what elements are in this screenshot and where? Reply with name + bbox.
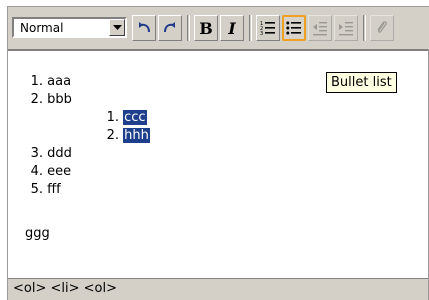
nested-list-item[interactable]: 1. ccc xyxy=(103,110,147,126)
list-number: 2. xyxy=(30,92,43,107)
paragraph[interactable]: ggg xyxy=(25,226,50,242)
list-number: 2. xyxy=(106,128,119,143)
element-path[interactable]: <ol> <li> <ol> xyxy=(13,281,117,296)
list-item-text: bbb xyxy=(47,92,72,107)
nested-list-item[interactable]: 2. hhh xyxy=(103,128,150,144)
list-number: 1. xyxy=(30,74,43,89)
redo-icon xyxy=(164,22,175,33)
list-item-text: fff xyxy=(47,182,61,197)
element-path-statusbar: <ol> <li> <ol> xyxy=(8,278,428,300)
tooltip: Bullet list xyxy=(326,72,397,93)
italic-button[interactable]: I xyxy=(220,15,244,41)
attach-button[interactable] xyxy=(370,15,394,41)
rich-text-editor: Normal B I 1 2 3 1. aaa 2. bbb 1. ccc 2.… xyxy=(7,6,429,300)
undo-button[interactable] xyxy=(132,15,156,41)
bold-button[interactable]: B xyxy=(194,15,218,41)
list-item[interactable]: 2. bbb xyxy=(27,92,72,108)
chevron-down-icon[interactable] xyxy=(109,19,125,36)
toolbar: Normal B I 1 2 3 xyxy=(8,7,429,49)
list-item-text: eee xyxy=(47,164,72,179)
list-item-text: aaa xyxy=(47,74,72,89)
selected-text: ccc xyxy=(123,110,147,125)
format-dropdown-value: Normal xyxy=(20,21,64,35)
paperclip-icon xyxy=(377,21,387,33)
list-item-text: ddd xyxy=(47,146,72,161)
list-item[interactable]: 3. ddd xyxy=(27,146,72,162)
list-number: 3. xyxy=(30,146,43,161)
indent-icon xyxy=(339,22,353,36)
redo-button[interactable] xyxy=(158,15,182,41)
svg-text:3: 3 xyxy=(260,31,263,36)
toolbar-separator xyxy=(187,15,190,41)
format-dropdown[interactable]: Normal xyxy=(12,17,127,38)
list-item[interactable]: 1. aaa xyxy=(27,74,71,90)
undo-icon xyxy=(139,22,150,33)
list-item[interactable]: 5. fff xyxy=(27,182,61,198)
selected-text: hhh xyxy=(123,128,150,143)
bold-icon: B xyxy=(199,18,213,38)
indent-button[interactable] xyxy=(334,15,358,41)
bullet-list-button[interactable] xyxy=(282,15,306,41)
toolbar-separator xyxy=(249,15,252,41)
list-number: 1. xyxy=(106,110,119,125)
list-item[interactable]: 4. eee xyxy=(27,164,72,180)
bullet-list-icon xyxy=(286,21,301,35)
italic-icon: I xyxy=(228,18,236,38)
toolbar-separator xyxy=(363,15,366,41)
ordered-list-icon: 1 2 3 xyxy=(260,21,275,36)
outdent-button[interactable] xyxy=(308,15,332,41)
outdent-icon xyxy=(313,22,327,36)
ordered-list-button[interactable]: 1 2 3 xyxy=(256,15,280,41)
list-number: 5. xyxy=(30,182,43,197)
list-number: 4. xyxy=(30,164,43,179)
